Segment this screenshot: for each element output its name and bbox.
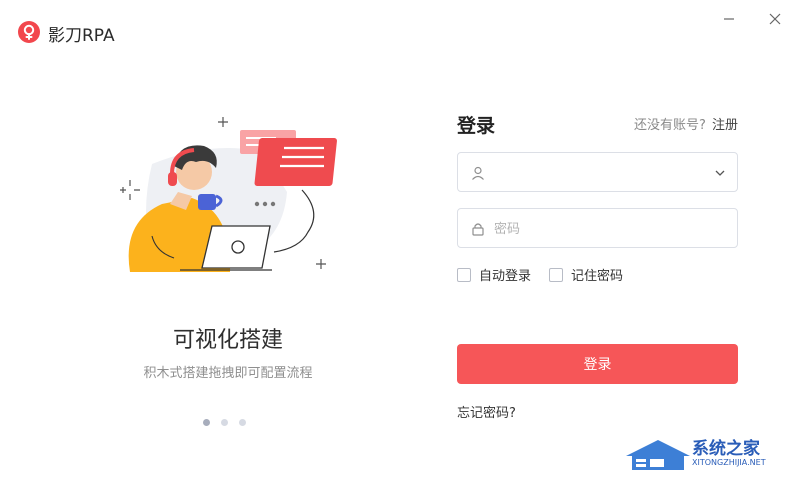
watermark-title: 系统之家 <box>692 439 760 459</box>
register-link[interactable]: 注册 <box>712 114 738 133</box>
username-input[interactable] <box>492 161 696 185</box>
remember-password-checkbox[interactable]: 记住密码 <box>549 265 623 284</box>
login-heading: 登录 <box>457 115 496 137</box>
carousel-illustration <box>120 117 337 272</box>
password-input[interactable] <box>492 217 696 241</box>
chevron-down-icon[interactable] <box>713 166 727 180</box>
auto-login-checkbox-box[interactable] <box>457 267 471 282</box>
auto-login-checkbox[interactable]: 自动登录 <box>457 265 531 284</box>
forgot-password-link[interactable]: 忘记密码? <box>457 402 516 421</box>
carousel-dot-2[interactable] <box>221 419 228 426</box>
auto-login-label: 自动登录 <box>479 269 532 284</box>
title-bar: 影刀RPA <box>0 0 787 60</box>
close-icon[interactable] <box>764 8 786 30</box>
lock-icon <box>472 223 484 236</box>
app-logo-icon <box>18 21 40 43</box>
minimize-icon[interactable] <box>718 8 740 30</box>
carousel-slide-subtitle: 积木式搭建拖拽即可配置流程 <box>143 366 313 381</box>
carousel-dot-1[interactable] <box>203 419 210 426</box>
app-title: 影刀RPA <box>48 26 115 46</box>
carousel-dot-3[interactable] <box>239 419 246 426</box>
remember-password-label: 记住密码 <box>571 269 624 284</box>
no-account-prompt: 还没有账号? <box>634 118 706 133</box>
user-icon <box>472 166 484 180</box>
carousel-slide-title: 可视化搭建 <box>172 328 283 353</box>
carousel-pagination <box>203 419 246 426</box>
remember-password-checkbox-box[interactable] <box>549 267 563 282</box>
username-field[interactable] <box>457 152 738 192</box>
watermark-url: XITONGZHIJIA.NET <box>692 458 766 467</box>
login-button[interactable]: 登录 <box>457 344 738 384</box>
password-field[interactable] <box>457 208 738 248</box>
